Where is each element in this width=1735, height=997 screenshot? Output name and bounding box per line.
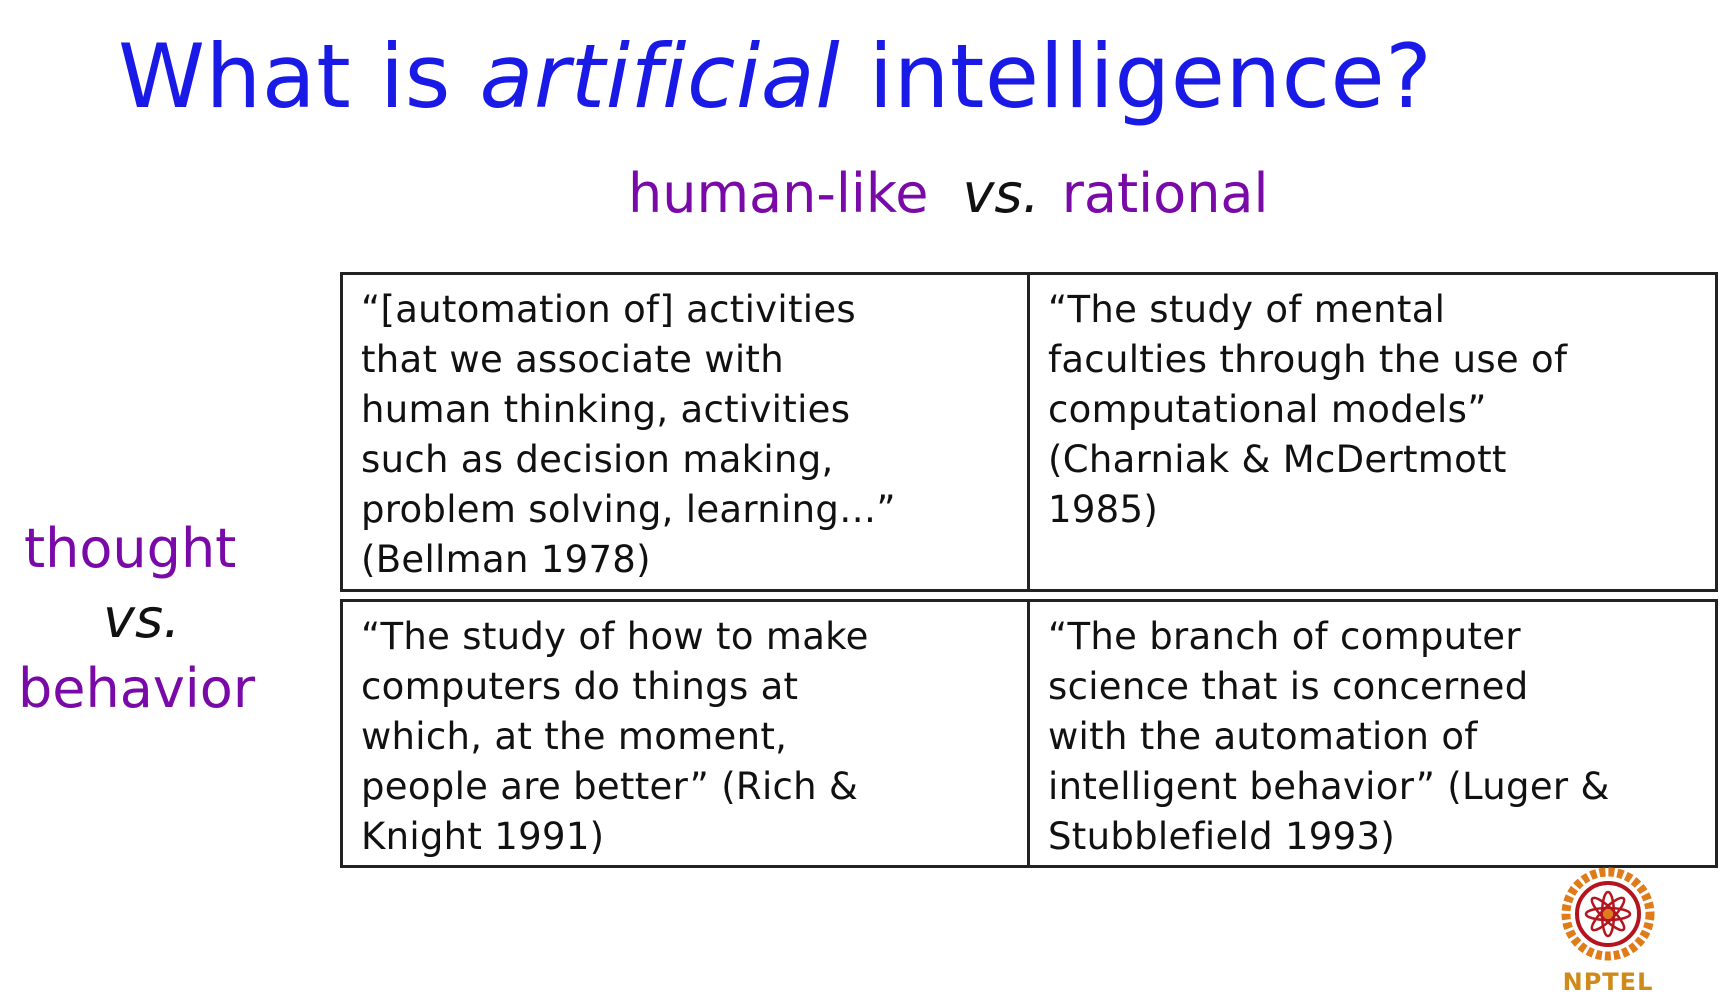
quadrant-line: (Charniak & McDertmott bbox=[1048, 438, 1507, 481]
quadrant-line: faculties through the use of bbox=[1048, 338, 1568, 381]
column-header-human-like: human-like bbox=[628, 162, 929, 225]
quadrant-line: people are better” (Rich & bbox=[361, 765, 859, 808]
quadrant-line: “The study of mental bbox=[1048, 288, 1446, 331]
row-header-thought: thought bbox=[24, 517, 237, 580]
column-header: human-like vs. rational bbox=[628, 160, 1269, 228]
quadrant-line: such as decision making, bbox=[361, 438, 834, 481]
quadrant-line: intelligent behavior” (Luger & bbox=[1048, 765, 1610, 808]
nptel-logo: NPTEL bbox=[1548, 862, 1668, 997]
nptel-logo-text: NPTEL bbox=[1562, 968, 1654, 996]
quadrant-line: (Bellman 1978) bbox=[361, 538, 651, 581]
quadrant-rational-thought: “The study of mental faculties through t… bbox=[1027, 272, 1718, 592]
slide-title: What is artificial intelligence? bbox=[118, 22, 1432, 132]
nptel-emblem-icon bbox=[1561, 867, 1655, 961]
quadrant-human-thought: “[automation of] activities that we asso… bbox=[340, 272, 1030, 592]
row-header-behavior: behavior bbox=[18, 657, 256, 720]
quadrant-line: Knight 1991) bbox=[361, 815, 605, 858]
quadrant-line: “The study of how to make bbox=[361, 615, 869, 658]
quadrant-line: 1985) bbox=[1048, 488, 1159, 531]
quadrant-line: science that is concerned bbox=[1048, 665, 1529, 708]
title-text-after: intelligence? bbox=[840, 25, 1433, 128]
quadrant-line: human thinking, activities bbox=[361, 388, 851, 431]
title-text-italic: artificial bbox=[479, 25, 841, 128]
quadrant-line: problem solving, learning…” bbox=[361, 488, 896, 531]
title-text-before: What is bbox=[118, 25, 480, 128]
quadrant-line: “The branch of computer bbox=[1048, 615, 1521, 658]
quadrant-line: “[automation of] activities bbox=[361, 288, 856, 331]
column-header-rational: rational bbox=[1061, 162, 1269, 225]
row-header: thought vs. behavior bbox=[18, 514, 303, 724]
definition-grid: “[automation of] activities that we asso… bbox=[340, 272, 1718, 868]
quadrant-line: computers do things at bbox=[361, 665, 799, 708]
row-header-vs: vs. bbox=[103, 587, 181, 650]
quadrant-line: with the automation of bbox=[1048, 715, 1478, 758]
quadrant-human-behavior: “The study of how to make computers do t… bbox=[340, 599, 1030, 868]
column-header-vs: vs. bbox=[962, 162, 1040, 225]
slide: What is artificial intelligence? human-l… bbox=[0, 0, 1735, 997]
quadrant-line: computational models” bbox=[1048, 388, 1487, 431]
quadrant-line: Stubblefield 1993) bbox=[1048, 815, 1396, 858]
quadrant-line: which, at the moment, bbox=[361, 715, 788, 758]
quadrant-rational-behavior: “The branch of computer science that is … bbox=[1027, 599, 1718, 868]
quadrant-line: that we associate with bbox=[361, 338, 784, 381]
